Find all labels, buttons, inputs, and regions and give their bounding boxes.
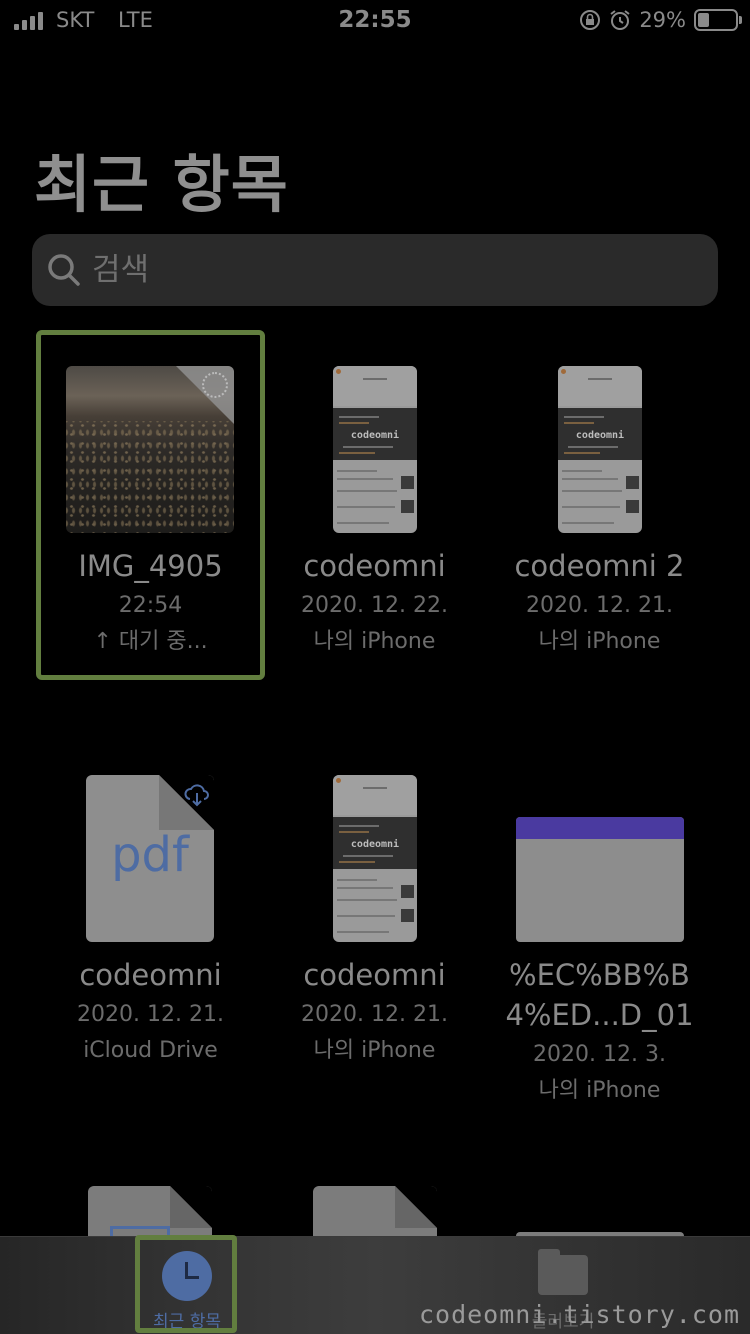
orientation-lock-icon (580, 10, 601, 30)
file-name: codeomni (303, 549, 446, 583)
file-date: 2020. 12. 21. (77, 1002, 224, 1027)
thumbnail-label: codeomni (575, 430, 625, 441)
file-item-codeomni-b[interactable]: codeomni codeomni 2020. 12. 21. 나의 iPhon… (262, 775, 487, 1075)
thumbnail-label: codeomni (350, 839, 400, 850)
alarm-icon (610, 10, 630, 30)
file-item-web-capture[interactable]: %EC%BB%B 4%ED...D_01 2020. 12. 3. 나의 iPh… (487, 775, 712, 1115)
file-date: 2020. 12. 21. (301, 1002, 448, 1027)
photo-thumbnail (66, 366, 234, 533)
document-thumbnail: codeomni (558, 366, 642, 533)
file-thumbnail-partial[interactable] (88, 1186, 212, 1236)
file-location: iCloud Drive (83, 1038, 218, 1063)
upload-progress-icon (202, 372, 228, 398)
file-thumbnail-partial[interactable] (313, 1186, 437, 1236)
file-name: codeomni 2 (514, 549, 685, 583)
file-name-line-2: 4%ED...D_01 (505, 998, 694, 1032)
file-location: 나의 iPhone (538, 1078, 661, 1103)
file-item-codeomni[interactable]: codeomni codeomni 2020. 12. 22. 나의 iPhon… (262, 366, 487, 666)
file-date: 2020. 12. 22. (301, 593, 448, 618)
document-thumbnail: codeomni (333, 366, 417, 533)
battery-icon (694, 9, 742, 31)
file-name: IMG_4905 (78, 549, 223, 583)
document-thumbnail: codeomni (333, 775, 417, 942)
file-location: 나의 iPhone (538, 629, 661, 654)
file-item-codeomni-pdf[interactable]: pdf codeomni 2020. 12. 21. iCloud Drive (38, 775, 263, 1075)
search-input[interactable] (92, 246, 692, 294)
file-status: ↑ 대기 중... (93, 629, 208, 654)
folder-icon (538, 1249, 588, 1295)
page-title: 최근 항목 (34, 148, 289, 221)
file-name: codeomni (303, 958, 446, 992)
file-date: 22:54 (118, 593, 183, 618)
file-name-line-1: %EC%BB%B (509, 958, 690, 992)
search-bar[interactable] (32, 234, 718, 306)
search-icon (48, 254, 80, 286)
battery-percentage: 29% (639, 8, 686, 32)
file-location: 나의 iPhone (313, 629, 436, 654)
thumbnail-label: codeomni (350, 430, 400, 441)
tab-selection-highlight (135, 1235, 237, 1333)
watermark: codeomni.tistory.com (418, 1300, 740, 1329)
file-item-img-4905[interactable]: IMG_4905 22:54 ↑ 대기 중... (38, 366, 263, 666)
file-item-codeomni-2[interactable]: codeomni codeomni 2 2020. 12. 21. 나의 iPh… (487, 366, 712, 666)
file-name: codeomni (79, 958, 222, 992)
file-date: 2020. 12. 3. (533, 1042, 666, 1067)
pdf-label: pdf (111, 827, 189, 883)
icloud-download-icon (184, 784, 209, 807)
file-date: 2020. 12. 21. (526, 593, 673, 618)
file-location: 나의 iPhone (313, 1038, 436, 1063)
webpage-thumbnail (516, 817, 684, 942)
status-bar: SKT LTE 22:55 29% (0, 0, 750, 40)
